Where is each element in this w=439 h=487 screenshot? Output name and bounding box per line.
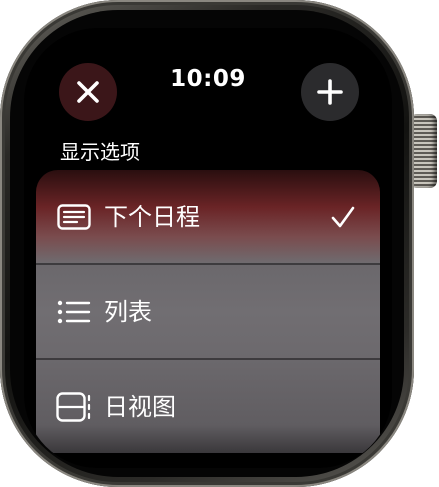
xmark-icon: [77, 81, 99, 103]
display-options-list: 下个日程 列表 日视图: [36, 170, 380, 468]
close-button[interactable]: [59, 63, 117, 121]
status-time: 10:09: [170, 66, 246, 92]
list-icon: [56, 297, 92, 327]
add-button[interactable]: [301, 63, 359, 121]
watch-screen: 10:09 显示选项 下个日程 列表 日视图: [24, 28, 392, 468]
option-label-up-next: 下个日程: [104, 202, 200, 231]
section-title: 显示选项: [60, 140, 140, 164]
option-up-next[interactable]: 下个日程: [36, 170, 380, 263]
option-label-day-view: 日视图: [104, 392, 176, 421]
up-next-icon: [56, 202, 92, 232]
apple-watch-mockup: 10:09 显示选项 下个日程 列表 日视图: [0, 0, 439, 487]
option-day-view[interactable]: 日视图: [36, 360, 380, 453]
option-label-list: 列表: [104, 297, 152, 326]
option-list[interactable]: 列表: [36, 265, 380, 358]
day-view-icon: [56, 391, 92, 422]
checkmark-icon: [331, 206, 355, 227]
digital-crown[interactable]: [410, 114, 437, 188]
plus-icon: [317, 79, 343, 105]
